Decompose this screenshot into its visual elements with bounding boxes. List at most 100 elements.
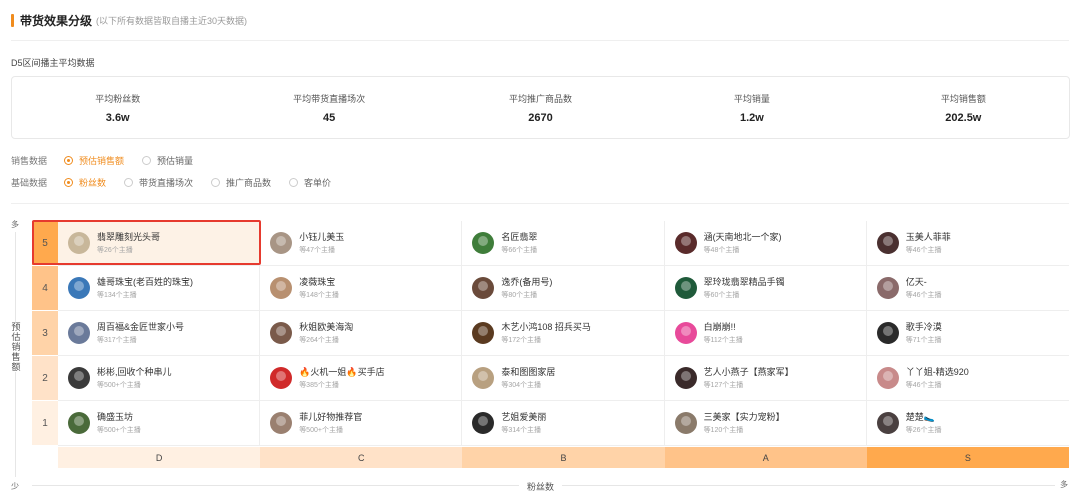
cell-text: 翠玲珑翡翠精品手镯 等60个主播 <box>704 276 785 300</box>
streamer-name: 周百福&金匠世家小号 <box>97 322 185 332</box>
avatar <box>270 277 293 299</box>
x-tier-s: S <box>866 447 1070 468</box>
streamer-count: 等46个主播 <box>905 247 942 254</box>
matrix-cell[interactable]: 凌薇珠宝 等148个主播 <box>260 266 463 311</box>
streamer-name: 逸乔(备用号) <box>501 277 553 287</box>
cell-text: 楚楚🥿 等26个主播 <box>906 411 942 435</box>
streamer-name: 名匠翡翠 <box>501 232 538 242</box>
streamer-count: 等60个主播 <box>703 292 740 299</box>
matrix-cell[interactable]: 彬彬,回收个种串儿 等500+个主播 <box>58 356 261 401</box>
cell-text: 三美家【实力宠粉】 等120个主播 <box>704 411 785 435</box>
cell-text: 确盛玉坊 等500+个主播 <box>97 411 141 435</box>
matrix-cell[interactable]: 雄哥珠宝(老百姓的珠宝) 等134个主播 <box>58 266 261 311</box>
avatar <box>68 322 90 344</box>
streamer-count: 等46个主播 <box>905 382 942 389</box>
divider <box>11 40 1069 41</box>
avatar <box>472 367 495 389</box>
avatar <box>674 367 697 389</box>
cell-text: 彬彬,回收个种串儿 等500+个主播 <box>97 366 172 390</box>
cell-text: 秋姐欧美海淘 等264个主播 <box>299 321 353 345</box>
stat-avg-fans: 平均粉丝数 3.6w <box>12 77 223 138</box>
radio-dot <box>124 178 134 187</box>
avatar <box>68 277 90 299</box>
radio-unit-price[interactable]: 客单价 <box>289 176 331 189</box>
radio-products[interactable]: 推广商品数 <box>211 176 271 189</box>
streamer-name: 凌薇珠宝 <box>299 277 336 287</box>
matrix-cell[interactable]: 楚楚🥿 等26个主播 <box>866 401 1069 446</box>
section-header: 带货效果分级 (以下所有数据皆取自播主近30天数据) <box>11 12 247 28</box>
cell-text: 逸乔(备用号) 等80个主播 <box>501 276 552 300</box>
matrix-cell[interactable]: 秋姐欧美海淘 等264个主播 <box>260 311 463 356</box>
matrix-cell[interactable]: 三美家【实力宠粉】 等120个主播 <box>664 401 867 446</box>
radio-fans[interactable]: 粉丝数 <box>64 176 106 189</box>
streamer-name: 艺人小燕子【燕家军】 <box>703 367 794 377</box>
matrix-cell[interactable]: 涵(天南地北一个家) 等48个主播 <box>664 221 867 266</box>
matrix-cell[interactable]: 确盛玉坊 等500+个主播 <box>58 401 261 446</box>
matrix-cell[interactable]: 丫丫姐-精选920 等46个主播 <box>866 356 1069 401</box>
matrix-cell[interactable]: 翠玲珑翡翠精品手镯 等60个主播 <box>664 266 867 311</box>
row-rank: 2 <box>32 356 58 401</box>
streamer-name: 三美家【实力宠粉】 <box>703 412 785 422</box>
streamer-name: 白崩崩!! <box>703 322 736 332</box>
cell-text: 🔥火机一姐🔥买手店 等385个主播 <box>299 366 384 390</box>
x-tier-a: A <box>664 447 867 468</box>
matrix-cell[interactable]: 逸乔(备用号) 等80个主播 <box>462 266 665 311</box>
matrix-cell[interactable]: 菲儿好物推荐官 等500+个主播 <box>260 401 463 446</box>
stats-section-label: D5区间播主平均数据 <box>11 58 95 68</box>
matrix-row-5: 5 翡翠雕刻光头哥 等26个主播 小钰儿美玉 等47个主播 名匠翡翠 等66个主播 涵(天南地… <box>32 221 1069 266</box>
matrix-cell[interactable]: 白崩崩!! 等112个主播 <box>664 311 867 356</box>
streamer-name: 涵(天南地北一个家) <box>703 232 782 242</box>
matrix-cell[interactable]: 艺人小燕子【燕家军】 等127个主播 <box>664 356 867 401</box>
matrix-cell[interactable]: 小钰儿美玉 等47个主播 <box>260 221 463 266</box>
streamer-name: 木艺小鸿108 招兵买马 <box>501 322 591 332</box>
avatar <box>472 322 495 344</box>
avatar <box>674 412 697 434</box>
avatar <box>68 367 90 389</box>
streamer-name: 楚楚🥿 <box>905 412 935 422</box>
streamer-name: 翠玲珑翡翠精品手镯 <box>703 277 785 287</box>
matrix-cell[interactable]: 周百福&金匠世家小号 等317个主播 <box>58 311 261 356</box>
avatar <box>68 412 90 434</box>
streamer-count: 等314个主播 <box>501 427 542 434</box>
matrix-cell[interactable]: 玉美人菲菲 等46个主播 <box>866 221 1069 266</box>
avatar <box>472 232 495 254</box>
matrix-cell[interactable]: 木艺小鸿108 招兵买马 等172个主播 <box>462 311 665 356</box>
avatar <box>270 367 293 389</box>
streamer-count: 等112个主播 <box>703 337 743 344</box>
cell-text: 菲儿好物推荐官 等500+个主播 <box>299 411 362 435</box>
streamer-name: 丫丫姐-精选920 <box>905 367 969 377</box>
streamer-count: 等80个主播 <box>501 292 538 299</box>
avatar <box>876 232 899 254</box>
streamer-name: 🔥火机一姐🔥买手店 <box>299 367 385 377</box>
radio-estimated-sales-volume[interactable]: 预估销量 <box>142 154 193 167</box>
streamer-count: 等46个主播 <box>905 292 942 299</box>
cell-text: 玉美人菲菲 等46个主播 <box>906 231 951 255</box>
radio-estimated-sales-amount[interactable]: 预估销售额 <box>64 154 124 167</box>
matrix-cell[interactable]: 艺姐爱美丽 等314个主播 <box>462 401 665 446</box>
matrix-cell[interactable]: 名匠翡翠 等66个主播 <box>462 221 665 266</box>
x-axis-label: 粉丝数 <box>519 480 563 493</box>
matrix-cell[interactable]: 亿天- 等46个主播 <box>866 266 1069 311</box>
row-rank: 4 <box>32 266 58 311</box>
streamer-name: 泰和图图家居 <box>501 367 556 377</box>
radio-dot <box>289 178 299 187</box>
matrix-cell[interactable]: 歌手冷漠 等71个主播 <box>866 311 1069 356</box>
streamer-name: 亿天- <box>905 277 927 287</box>
sales-data-options: 销售数据 预估销售额 预估销量 <box>11 154 211 167</box>
streamer-count: 等500+个主播 <box>97 427 141 434</box>
matrix-row-1: 1 确盛玉坊 等500+个主播 菲儿好物推荐官 等500+个主播 艺姐爱美丽 等314个主播… <box>32 401 1069 446</box>
avatar <box>674 232 697 254</box>
avatar <box>674 277 697 299</box>
avatar <box>472 412 495 434</box>
page-subtitle: (以下所有数据皆取自播主近30天数据) <box>96 15 248 26</box>
matrix-cell[interactable]: 泰和图图家居 等304个主播 <box>462 356 665 401</box>
matrix-cell[interactable]: 翡翠雕刻光头哥 等26个主播 <box>58 221 261 266</box>
stat-label: 平均粉丝数 <box>95 93 141 104</box>
streamer-count: 等48个主播 <box>703 247 740 254</box>
radio-live-sessions[interactable]: 带货直播场次 <box>124 176 193 189</box>
streamer-count: 等120个主播 <box>703 427 744 434</box>
streamer-count: 等127个主播 <box>703 382 744 389</box>
cell-text: 白崩崩!! 等112个主播 <box>704 321 743 345</box>
matrix-cell[interactable]: 🔥火机一姐🔥买手店 等385个主播 <box>260 356 463 401</box>
avatar <box>876 412 899 434</box>
